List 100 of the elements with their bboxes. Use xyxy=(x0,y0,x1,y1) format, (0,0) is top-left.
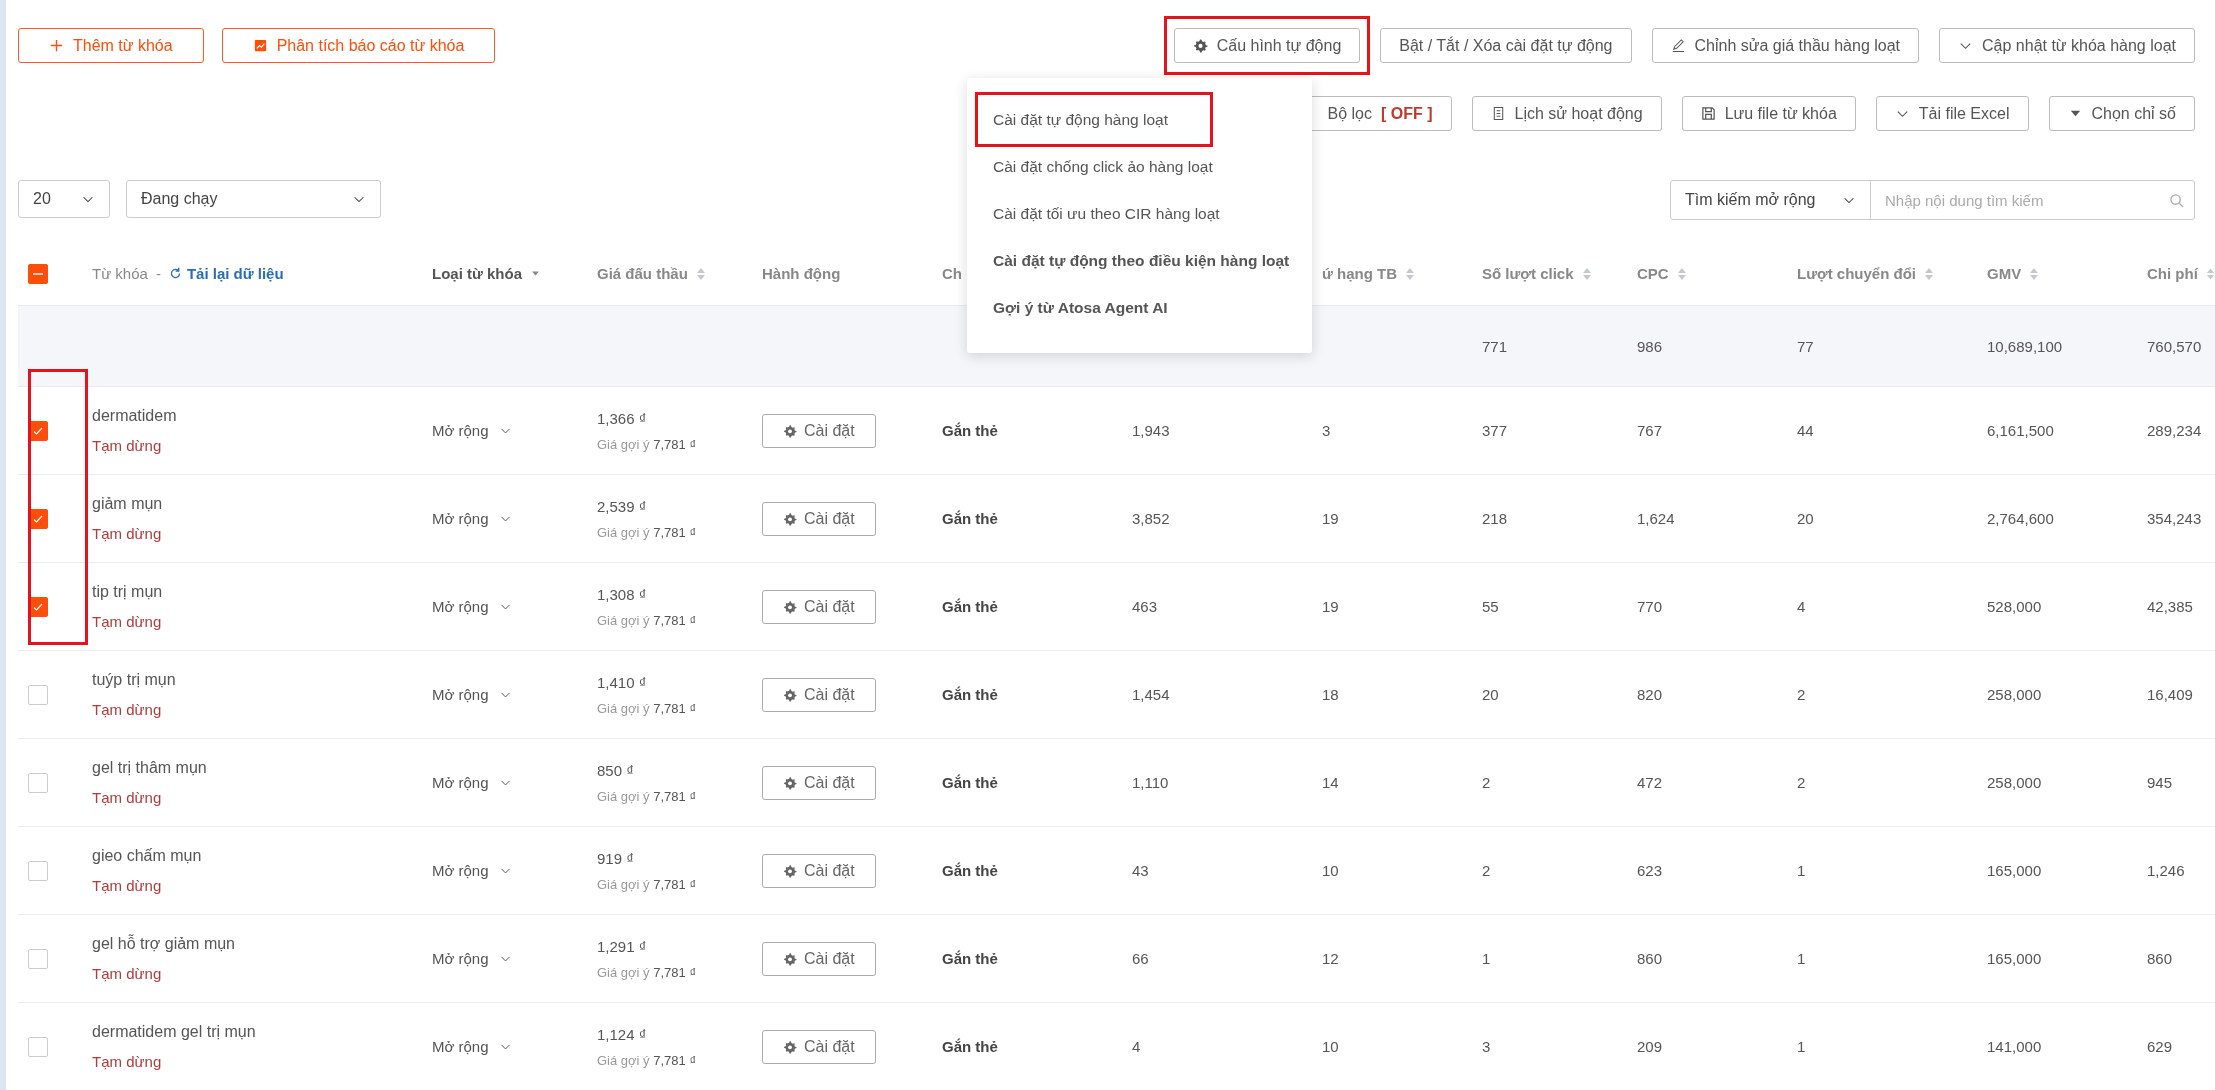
keyword-text: tip trị mụn xyxy=(92,583,164,601)
status-select[interactable]: Đang chạy xyxy=(126,180,381,218)
settings-button[interactable]: Cài đặt xyxy=(762,589,876,624)
tag-link[interactable]: Gắn thẻ xyxy=(930,950,1120,967)
tag-link[interactable]: Gắn thẻ xyxy=(930,686,1120,703)
tag-link[interactable]: Gắn thẻ xyxy=(930,774,1120,791)
tag-link[interactable]: Gắn thẻ xyxy=(930,1038,1120,1055)
column-header[interactable]: Lượt chuyển đổi xyxy=(1797,265,1917,282)
toolbar-button[interactable]: Chỉnh sửa giá thầu hàng loạt xyxy=(1651,28,1920,63)
toolbar-button[interactable]: Chọn chỉ số xyxy=(2048,96,2195,131)
row-checkbox[interactable] xyxy=(28,684,48,705)
suggested-price: Giá gợi ý 7,781 ₫ xyxy=(597,788,698,804)
match-type-select[interactable]: Mở rộng xyxy=(420,1038,585,1055)
table-cell-text: 18 xyxy=(1321,686,1340,703)
table-cell-text: 10 xyxy=(1321,1038,1340,1055)
table-cell-text: 3 xyxy=(1481,1038,1492,1055)
settings-button[interactable]: Cài đặt xyxy=(762,765,876,800)
column-header[interactable]: Loại từ khóa xyxy=(432,265,523,282)
suggested-price: Giá gợi ý 7,781 ₫ xyxy=(597,1052,698,1068)
keyword-text: dermatidem xyxy=(92,407,178,425)
row-checkbox[interactable] xyxy=(28,860,48,881)
column-header[interactable]: GMV xyxy=(1987,265,2022,282)
menu-item[interactable]: Cài đặt chống click ảo hàng loạt xyxy=(967,143,1312,190)
settings-button[interactable]: Cài đặt xyxy=(762,941,876,976)
settings-button[interactable]: Cài đặt xyxy=(762,677,876,712)
filter-state: [ OFF ] xyxy=(1380,104,1433,123)
toolbar-button[interactable]: Tải file Excel xyxy=(1875,96,2029,131)
table-cell-text: 860 xyxy=(1636,950,1664,967)
suggested-price: Giá gợi ý 7,781 ₫ xyxy=(597,876,698,892)
reload-link[interactable]: Tải lại dữ liệu xyxy=(168,265,284,282)
table-cell-text: 141,000 xyxy=(1986,1038,2043,1055)
toolbar-button[interactable]: Lịch sử hoạt động xyxy=(1471,96,1662,131)
match-type-select[interactable]: Mở rộng xyxy=(420,422,585,439)
settings-button[interactable]: Cài đặt xyxy=(762,413,876,448)
pencil-icon xyxy=(1670,38,1686,53)
status-text: Tạm dừng xyxy=(92,437,163,454)
bid-price: 850 ₫ xyxy=(597,761,635,779)
table-cell-text: 20 xyxy=(1481,686,1500,703)
match-type-select[interactable]: Mở rộng xyxy=(420,862,585,879)
keyword-text: tuýp trị mụn xyxy=(92,671,177,689)
tag-link[interactable]: Gắn thẻ xyxy=(930,510,1120,527)
keyword-text: gel hỗ trợ giảm mụn xyxy=(92,935,236,953)
settings-button[interactable]: Cài đặt xyxy=(762,853,876,888)
table-cell-text: 767 xyxy=(1636,422,1664,439)
row-checkbox[interactable] xyxy=(28,772,48,793)
match-type-select[interactable]: Mở rộng xyxy=(420,950,585,967)
gear-icon xyxy=(783,599,797,614)
gear-icon xyxy=(783,511,797,526)
column-header[interactable]: Chi phí xyxy=(2147,265,2198,282)
table-cell-text: 1 xyxy=(1796,1038,1807,1055)
toolbar-button[interactable]: Lưu file từ khóa xyxy=(1681,96,1856,131)
column-header[interactable]: ứ hạng TB xyxy=(1322,265,1398,282)
suggested-price: Giá gợi ý 7,781 ₫ xyxy=(597,612,698,628)
menu-item[interactable]: Cài đặt tối ưu theo CIR hàng loạt xyxy=(967,190,1312,237)
table-cell-text: 1,246 xyxy=(2146,862,2186,879)
caret-down-icon xyxy=(530,268,542,279)
toolbar-button[interactable]: Bật / Tắt / Xóa cài đặt tự động xyxy=(1380,28,1632,63)
table-cell-text: 2 xyxy=(1796,774,1807,791)
toolbar-button[interactable]: Cấu hình tự động xyxy=(1173,28,1361,63)
gear-icon xyxy=(783,951,797,966)
gear-icon xyxy=(783,1039,797,1054)
toolbar-button[interactable]: Cập nhật từ khóa hàng loạt xyxy=(1939,28,2195,63)
bid-price: 1,366 ₫ xyxy=(597,409,648,427)
column-header[interactable]: CPC xyxy=(1637,265,1669,282)
summary-cell-text: 760,570 xyxy=(2146,337,2203,355)
row-checkbox[interactable] xyxy=(28,948,48,969)
table-cell-text: 19 xyxy=(1321,598,1340,615)
table-cell-text: 945 xyxy=(2146,774,2174,791)
row-checkbox[interactable] xyxy=(28,1036,48,1057)
match-type-select[interactable]: Mở rộng xyxy=(420,774,585,791)
table-cell-text: 258,000 xyxy=(1986,686,2043,703)
table-cell-text: 16,409 xyxy=(2146,686,2194,703)
table-cell-text: 55 xyxy=(1481,598,1500,615)
table-cell-text: 20 xyxy=(1796,510,1815,527)
tag-link[interactable]: Gắn thẻ xyxy=(930,598,1120,615)
suggested-price: Giá gợi ý 7,781 ₫ xyxy=(597,524,698,540)
column-header[interactable]: Số lượt click xyxy=(1482,265,1574,282)
select-all-checkbox[interactable] xyxy=(28,263,48,284)
settings-button[interactable]: Cài đặt xyxy=(762,501,876,536)
table-cell-text: 463 xyxy=(1131,598,1159,615)
keyword-text: giảm mụn xyxy=(92,495,164,513)
table-cell-text: 1,624 xyxy=(1636,510,1676,527)
match-type-select[interactable]: Mở rộng xyxy=(420,598,585,615)
table-cell-text: 165,000 xyxy=(1986,862,2043,879)
match-type-select[interactable]: Mở rộng xyxy=(420,510,585,527)
tag-link[interactable]: Gắn thẻ xyxy=(930,862,1120,879)
table-cell-text: 19 xyxy=(1321,510,1340,527)
column-header[interactable]: Giá đấu thầu xyxy=(597,265,688,282)
match-type-select[interactable]: Mở rộng xyxy=(420,686,585,703)
table-cell-text: 10 xyxy=(1321,862,1340,879)
table-cell-text: 14 xyxy=(1321,774,1340,791)
page-size-select[interactable]: 20 xyxy=(18,180,110,218)
table-cell-text: 6,161,500 xyxy=(1986,422,2055,439)
table-cell-text: 4 xyxy=(1796,598,1807,615)
status-text: Tạm dừng xyxy=(92,525,163,542)
menu-item[interactable]: Cài đặt tự động theo điều kiện hàng loạt xyxy=(967,237,1312,284)
refresh-icon xyxy=(168,267,182,280)
menu-item[interactable]: Gợi ý từ Atosa Agent AI xyxy=(967,284,1312,331)
settings-button[interactable]: Cài đặt xyxy=(762,1029,876,1064)
tag-link[interactable]: Gắn thẻ xyxy=(930,422,1120,439)
